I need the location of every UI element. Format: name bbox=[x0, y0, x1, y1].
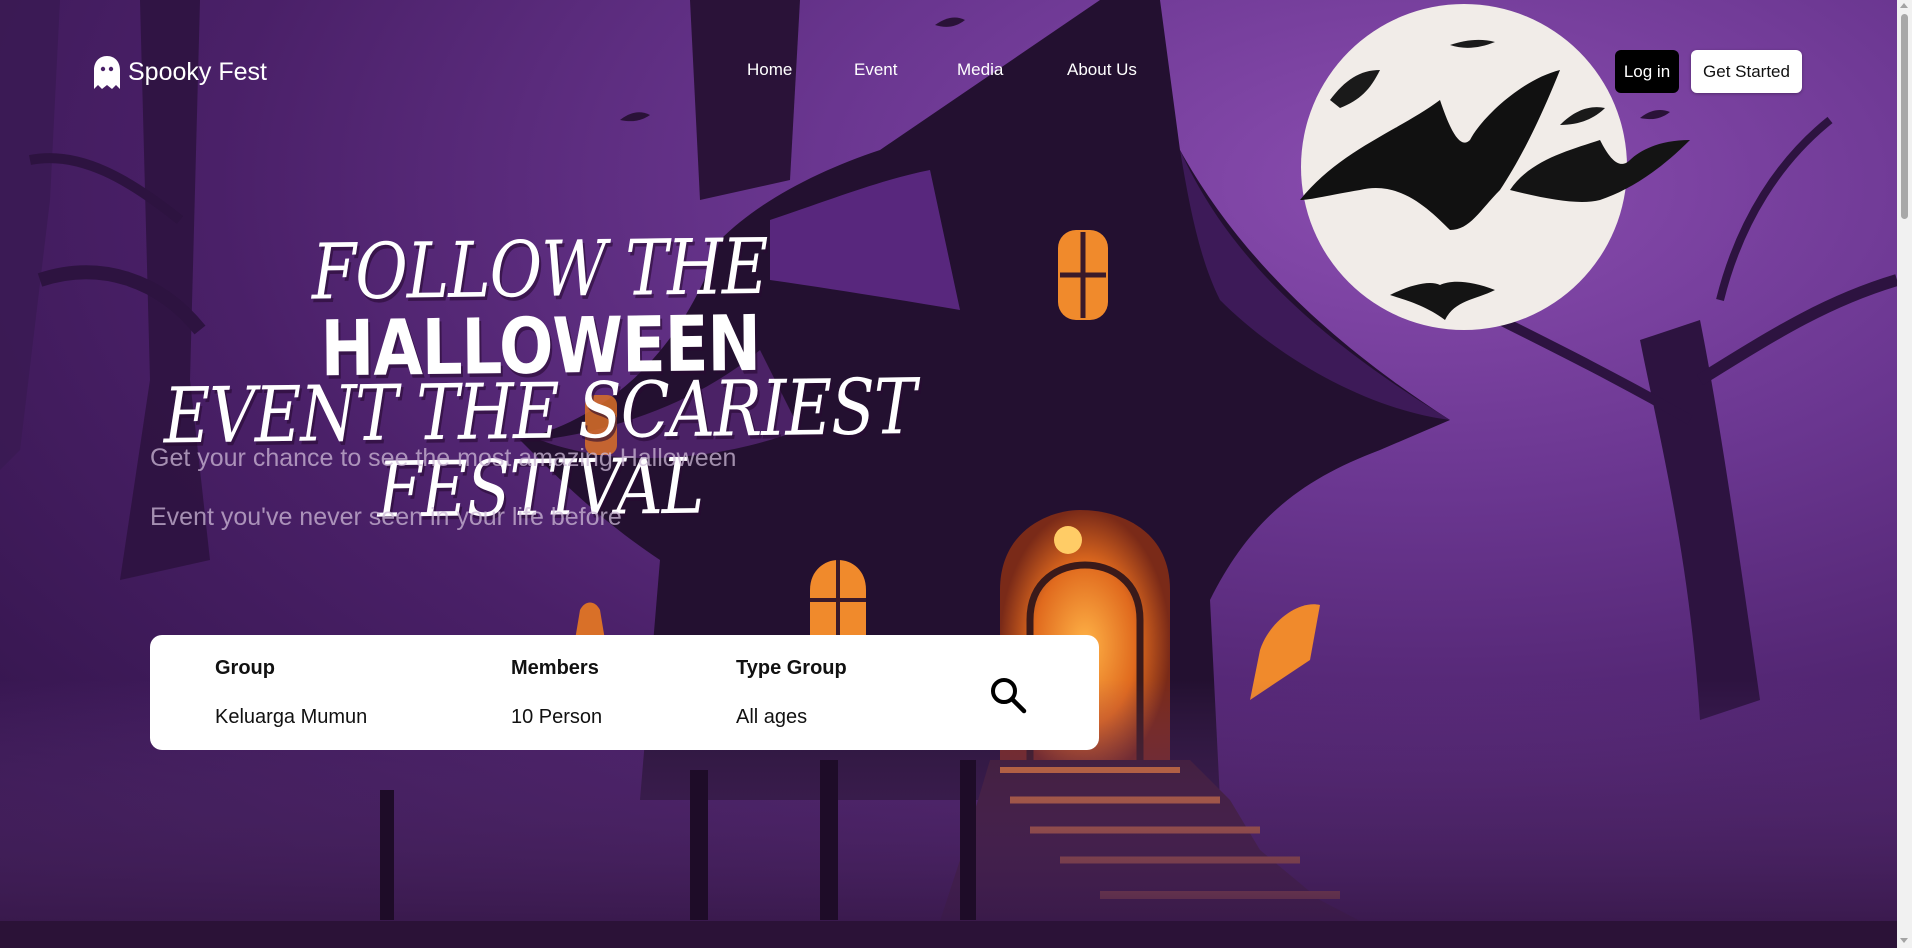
group-label: Group bbox=[215, 657, 275, 679]
scroll-up-icon[interactable] bbox=[1900, 3, 1908, 8]
nav-media[interactable]: Media bbox=[957, 60, 1003, 80]
section-divider bbox=[0, 921, 1897, 948]
login-button[interactable]: Log in bbox=[1615, 50, 1679, 93]
vertical-scrollbar[interactable] bbox=[1897, 0, 1912, 948]
type-group-label: Type Group bbox=[736, 657, 847, 679]
type-group-field[interactable]: Type Group All ages bbox=[736, 657, 847, 729]
members-label: Members bbox=[511, 657, 599, 679]
brand-logo[interactable]: Spooky Fest bbox=[94, 56, 267, 89]
ghost-icon bbox=[94, 56, 120, 89]
nav-home[interactable]: Home bbox=[747, 60, 792, 80]
hero-subtitle-line-1: Get your chance to see the most amazing … bbox=[150, 444, 737, 472]
search-icon[interactable] bbox=[988, 675, 1028, 715]
scroll-down-icon[interactable] bbox=[1900, 938, 1908, 943]
type-group-value[interactable]: All ages bbox=[736, 706, 847, 729]
hero-headline: FOLLOW THE HALLOWEEN EVENT THE SCARIEST … bbox=[160, 223, 920, 535]
hero-subtitle-line-2: Event you've never seen in your life bef… bbox=[150, 503, 622, 531]
nav-about-us[interactable]: About Us bbox=[1067, 60, 1137, 80]
group-search-card: Group Keluarga Mumun Members 10 Person T… bbox=[150, 635, 1099, 750]
get-started-button[interactable]: Get Started bbox=[1691, 50, 1802, 93]
brand-name: Spooky Fest bbox=[128, 58, 267, 86]
members-value[interactable]: 10 Person bbox=[511, 706, 602, 729]
nav-event[interactable]: Event bbox=[854, 60, 897, 80]
landing-page: Spooky Fest Home Event Media About Us Lo… bbox=[0, 0, 1912, 948]
group-value[interactable]: Keluarga Mumun bbox=[215, 706, 367, 729]
group-field[interactable]: Group Keluarga Mumun bbox=[215, 657, 367, 729]
members-field[interactable]: Members 10 Person bbox=[511, 657, 602, 729]
scrollbar-thumb[interactable] bbox=[1901, 14, 1908, 219]
